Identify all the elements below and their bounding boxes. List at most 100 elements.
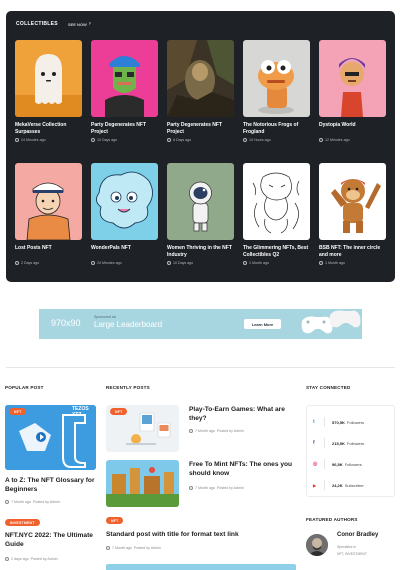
collectible-image-monkey[interactable] — [319, 163, 386, 240]
clock-icon — [91, 261, 95, 265]
separator — [324, 480, 325, 490]
clock-icon — [5, 557, 9, 561]
collectible-image-ape[interactable] — [91, 40, 158, 117]
instagram-label: Followers — [344, 461, 362, 467]
clock-icon — [319, 261, 323, 265]
section-divider — [6, 367, 395, 368]
facebook-count: 215,5K — [332, 440, 345, 446]
instagram-follow-link[interactable]: ◎ 96,5K Followers — [313, 456, 389, 472]
popular-post-meta-2: 2 days ago Posted by Admin — [5, 557, 58, 561]
clock-icon — [243, 261, 247, 265]
collectible-card[interactable]: MekaVerse Collection Surpasses 24 Minute… — [15, 40, 82, 163]
ad-size-label: 970x90 — [51, 318, 81, 328]
author-specialize-label: Specialize in — [337, 545, 357, 549]
collectible-image-punk[interactable] — [319, 40, 386, 117]
separator — [324, 417, 325, 427]
social-counters: t 570,5K Followers f 215,5K Followers ◎ … — [306, 405, 395, 497]
collectible-card[interactable]: Party Degenerates NFT Project 10 Days ag… — [91, 40, 158, 163]
popular-post-badge[interactable]: NFT — [9, 408, 27, 415]
collectible-time: 12 Minutes ago — [325, 138, 350, 142]
collectible-card[interactable]: Lost Posts NFT 2 Days ago — [15, 163, 82, 286]
collectible-time: 8 Days ago — [173, 138, 192, 142]
facebook-icon: f — [313, 440, 315, 446]
youtube-label: Subscriber — [344, 482, 364, 488]
collectible-image-wonderpal[interactable] — [91, 163, 158, 240]
twitter-label: Followers — [346, 419, 365, 425]
clock-icon — [91, 138, 95, 142]
collectible-title[interactable]: The Notorious Frogs of Frogland — [243, 122, 310, 136]
collectible-title[interactable]: Dystopia World — [319, 122, 386, 136]
collectible-image-astronaut[interactable] — [167, 163, 234, 240]
collectible-time: 1 Month ago — [325, 261, 345, 265]
see-now-link[interactable]: SEE NOW › — [68, 21, 91, 27]
featured-authors-heading: FEATURED AUTHORS — [306, 517, 358, 522]
clock-icon — [5, 500, 9, 504]
collectibles-grid: MekaVerse Collection Surpasses 24 Minute… — [15, 40, 387, 286]
recent-post-title-2[interactable]: Free To Mint NFTs: The ones you should k… — [189, 460, 298, 478]
collectible-title[interactable]: The Glimmering NFTs, Best Collectibles Q… — [243, 245, 310, 259]
recent-post-meta-3: 7 Month ago Posted by Admin — [106, 546, 161, 550]
collectible-card[interactable]: Party Degenerates NFT Project 8 Days ago — [167, 40, 234, 163]
collectible-title[interactable]: Lost Posts NFT — [15, 245, 82, 259]
collectibles-section: COLLECTIBLES SEE NOW › MekaVerse Collect… — [6, 11, 395, 282]
clock-icon — [189, 429, 193, 433]
recent-post-image-4[interactable] — [106, 564, 296, 570]
collectible-title[interactable]: MekaVerse Collection Surpasses — [15, 122, 82, 136]
clock-icon — [243, 138, 247, 142]
ad-learn-more-button[interactable]: Learn More — [244, 319, 281, 329]
recent-post-badge-3[interactable]: NFT — [106, 517, 124, 524]
ad-headline: Large Leaderboard — [94, 320, 163, 329]
collectible-title[interactable]: Party Degenerates NFT Project — [91, 122, 158, 136]
collectible-time: 1 Month ago — [249, 261, 269, 265]
collectible-time: 10 Hours ago — [249, 138, 271, 142]
popular-post-meta: 7 Month ago Posted by Admin — [5, 500, 60, 504]
twitter-follow-link[interactable]: t 570,5K Followers — [313, 414, 389, 430]
recent-post-title-3[interactable]: Standard post with title for format text… — [106, 530, 296, 539]
leaderboard-ad[interactable]: 970x90 Sponsored ad Large Leaderboard Le… — [39, 309, 362, 339]
collectible-image-painting[interactable] — [167, 40, 234, 117]
popular-post-badge-investment[interactable]: INVESTMENT — [5, 519, 40, 526]
see-now-label: SEE NOW — [67, 21, 87, 27]
collectible-image-captain[interactable] — [15, 163, 82, 240]
separator — [324, 459, 325, 469]
recent-post-badge[interactable]: NFT — [110, 408, 128, 415]
recent-post-title[interactable]: Play-To-Earn Games: What are they? — [189, 405, 298, 423]
collectible-meta: 10 Days ago — [91, 138, 158, 142]
recent-post-author: Posted by Admin — [216, 429, 244, 433]
youtube-follow-link[interactable]: ▶ 24,2K Subscriber — [313, 477, 389, 493]
clock-icon — [106, 546, 110, 550]
popular-post-time-2: 2 days ago — [11, 557, 29, 561]
author-name[interactable]: Conor Bradley — [337, 532, 378, 538]
collectible-card[interactable]: BSB NFT: The inner circle and more 1 Mon… — [319, 163, 386, 286]
facebook-follow-link[interactable]: f 215,5K Followers — [313, 435, 389, 451]
collectible-card[interactable]: Women Thriving in the NFT Industry 10 Da… — [167, 163, 234, 286]
tezos-brand-text: TEZOS XTZ — [72, 406, 89, 418]
twitter-icon: t — [313, 419, 315, 425]
clock-icon — [15, 261, 19, 265]
recent-post-meta: 7 Month ago Posted by Admin — [189, 429, 244, 433]
collectible-title[interactable]: BSB NFT: The inner circle and more — [319, 245, 386, 259]
collectible-image-frog[interactable] — [243, 40, 310, 117]
author-avatar[interactable] — [306, 534, 328, 556]
collectible-card[interactable]: WonderPals NFT 24 Minutes ago — [91, 163, 158, 286]
collectible-image-sketch[interactable] — [243, 163, 310, 240]
collectible-title[interactable]: Party Degenerates NFT Project — [167, 122, 234, 136]
popular-post-author: Posted by Admin — [32, 500, 60, 504]
collectible-time: 10 Days ago — [97, 138, 118, 142]
popular-post-title[interactable]: A to Z: The NFT Glossary for Beginners — [5, 477, 97, 494]
stay-connected-heading: STAY CONNECTED — [306, 385, 351, 390]
collectible-title[interactable]: Women Thriving in the NFT Industry — [167, 245, 234, 259]
youtube-count: 24,2K — [332, 482, 343, 488]
collectible-meta: 10 Hours ago — [243, 138, 310, 142]
recent-post-time: 7 Month ago — [195, 429, 215, 433]
collectible-card[interactable]: The Glimmering NFTs, Best Collectibles Q… — [243, 163, 310, 286]
popular-post-title-2[interactable]: NFT.NYC 2022: The Ultimate Guide — [5, 532, 97, 549]
collectible-meta: 1 Month ago — [319, 261, 386, 265]
recent-post-time-3: 7 Month ago — [112, 546, 132, 550]
recent-post-image-2[interactable] — [106, 460, 179, 507]
collectible-card[interactable]: The Notorious Frogs of Frogland 10 Hours… — [243, 40, 310, 163]
collectible-image-ghost[interactable] — [15, 40, 82, 117]
collectible-time: 10 Days ago — [173, 261, 194, 265]
collectible-title[interactable]: WonderPals NFT — [91, 245, 158, 259]
collectible-card[interactable]: Dystopia World 12 Minutes ago — [319, 40, 386, 163]
